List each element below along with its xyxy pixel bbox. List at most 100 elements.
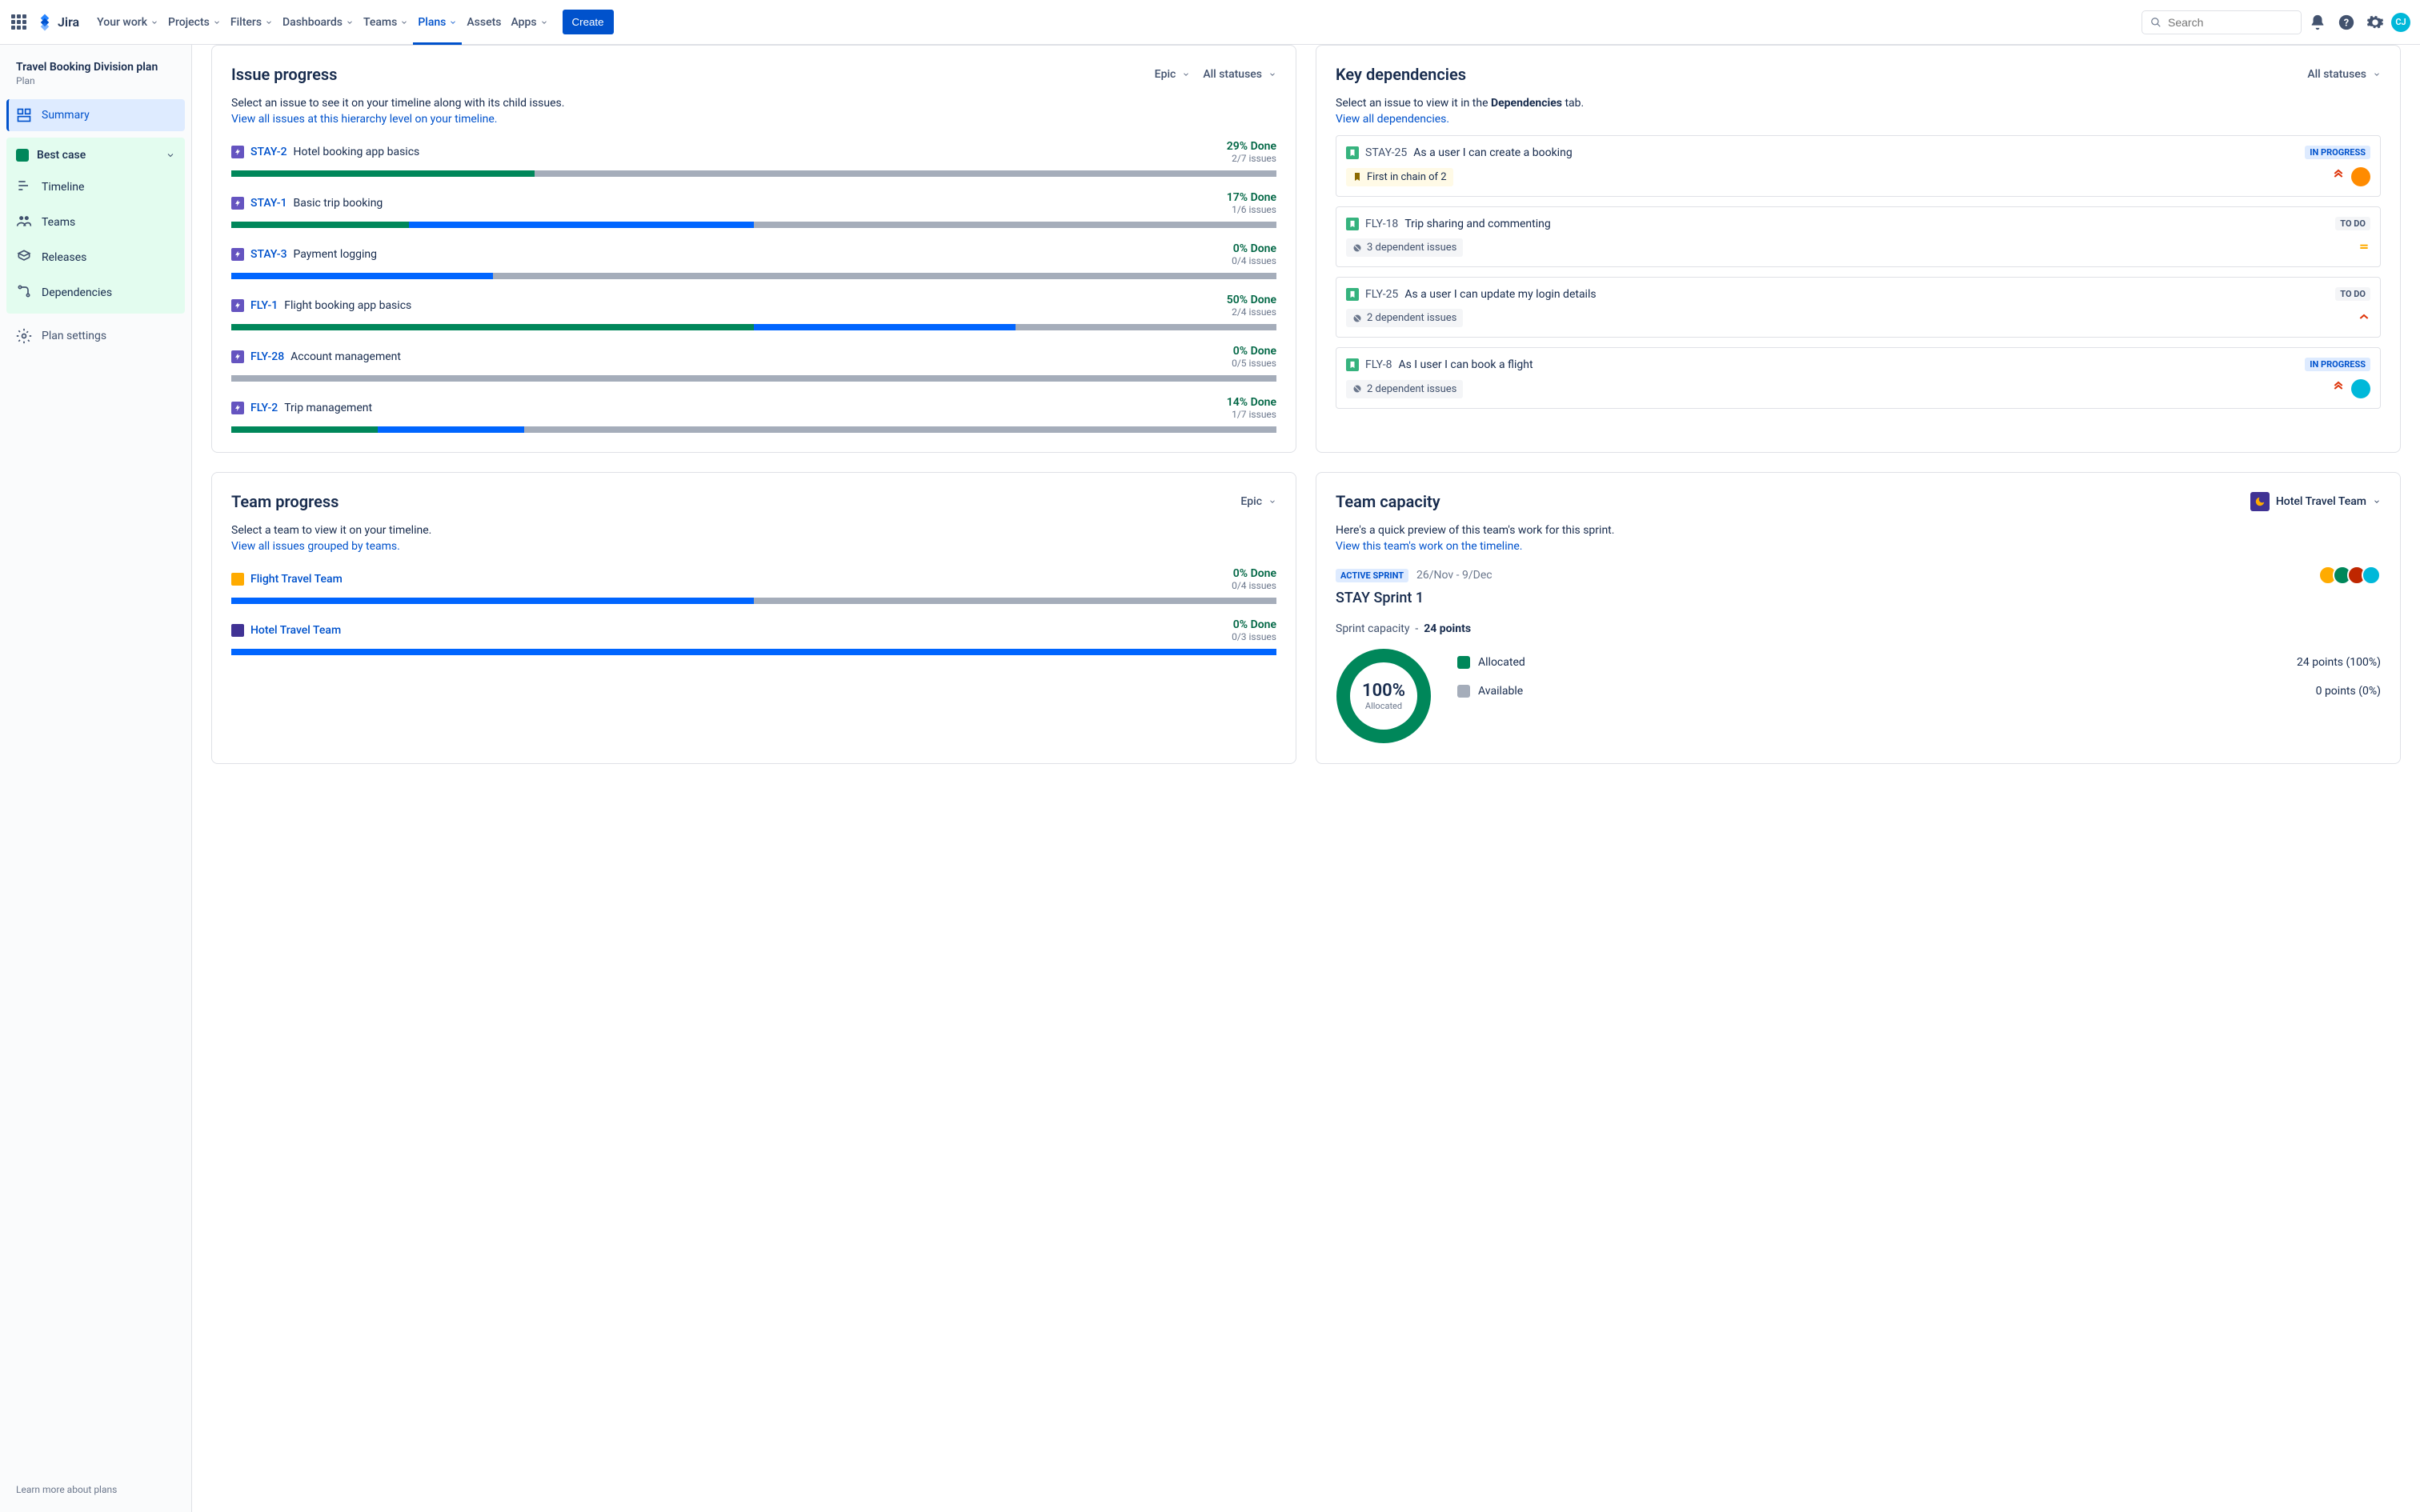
dependency-key: STAY-25	[1365, 146, 1407, 159]
profile-avatar[interactable]: CJ	[2391, 13, 2410, 32]
capacity-legend: Allocated24 points (100%)Available0 poin…	[1457, 648, 2381, 706]
issue-key[interactable]: FLY-1	[250, 299, 278, 312]
legend-row: Available0 points (0%)	[1457, 677, 2381, 706]
capacity-donut-chart: 100% Allocated	[1336, 648, 1432, 744]
issue-key[interactable]: STAY-2	[250, 146, 287, 158]
nav-item-apps[interactable]: Apps	[506, 0, 552, 45]
dependencies-title: Key dependencies	[1336, 65, 1466, 84]
jira-logo[interactable]: Jira	[35, 13, 79, 32]
issue-count: 0/4 issues	[1232, 580, 1276, 591]
issue-row[interactable]: FLY-28Account management0% Done0/5 issue…	[231, 345, 1276, 382]
help-icon: ?	[2338, 14, 2355, 31]
done-percent: 0% Done	[1232, 242, 1276, 255]
search-box[interactable]	[2142, 10, 2302, 34]
blocked-icon	[1352, 243, 1362, 253]
epic-icon	[231, 248, 244, 261]
dependency-card[interactable]: FLY-8As I user I can book a flightIN PRO…	[1336, 347, 2381, 409]
chevron-down-icon	[166, 150, 175, 160]
legend-swatch	[1457, 685, 1470, 698]
sidebar-item-releases[interactable]: Releases	[6, 240, 185, 275]
nav-item-dashboards[interactable]: Dashboards	[278, 0, 359, 45]
donut-label: Allocated	[1365, 701, 1402, 711]
progress-bar	[231, 375, 1276, 382]
story-icon	[1346, 146, 1359, 159]
dependencies-icon	[16, 283, 32, 302]
issue-key[interactable]: FLY-28	[250, 350, 284, 363]
team-row[interactable]: Hotel Travel Team0% Done0/3 issues	[231, 618, 1276, 655]
progress-bar	[231, 324, 1276, 330]
nav-item-your-work[interactable]: Your work	[92, 0, 163, 45]
team-name[interactable]: Flight Travel Team	[250, 573, 343, 586]
nav-item-plans[interactable]: Plans	[413, 0, 462, 45]
issue-count: 0/5 issues	[1232, 358, 1276, 369]
issue-key[interactable]: STAY-1	[250, 197, 287, 210]
chevron-down-icon	[346, 18, 354, 26]
status-select[interactable]: All statuses	[1203, 68, 1276, 81]
story-icon	[1346, 358, 1359, 371]
app-switcher-icon[interactable]	[10, 13, 29, 32]
status-lozenge: IN PROGRESS	[2305, 146, 2370, 159]
dependency-chain-badge: 3 dependent issues	[1346, 238, 1463, 257]
legend-value: 24 points (100%)	[2297, 656, 2381, 669]
issue-row[interactable]: STAY-1Basic trip booking17% Done1/6 issu…	[231, 191, 1276, 228]
help-button[interactable]: ?	[2334, 10, 2359, 35]
epic-icon	[231, 402, 244, 414]
scenario-name: Best case	[37, 149, 86, 162]
done-percent: 50% Done	[1227, 294, 1276, 306]
sidebar-item-timeline[interactable]: Timeline	[6, 170, 185, 205]
chevron-down-icon	[449, 18, 457, 26]
sprint-name: STAY Sprint 1	[1336, 590, 2381, 606]
sidebar-item-dependencies[interactable]: Dependencies	[6, 275, 185, 310]
issue-key[interactable]: STAY-3	[250, 248, 287, 261]
dependency-chain-badge: 2 dependent issues	[1346, 380, 1463, 398]
priority-medium-icon	[2358, 240, 2370, 253]
issue-count: 1/6 issues	[1227, 204, 1276, 215]
dependency-title: As a user I can create a booking	[1413, 146, 1572, 159]
dependency-card[interactable]: STAY-25 As a user I can create a booking I…	[1336, 135, 2381, 197]
nav-item-projects[interactable]: Projects	[163, 0, 226, 45]
dependency-card[interactable]: FLY-18Trip sharing and commentingTO DO3 …	[1336, 206, 2381, 267]
story-icon	[1346, 218, 1359, 230]
sidebar-item-plan-settings[interactable]: Plan settings	[6, 320, 185, 352]
issue-progress-link[interactable]: View all issues at this hierarchy level …	[231, 113, 1276, 126]
issue-key[interactable]: FLY-2	[250, 402, 278, 414]
chevron-down-icon	[150, 18, 158, 26]
hierarchy-select[interactable]: Epic	[1155, 68, 1191, 81]
team-row[interactable]: Flight Travel Team0% Done0/4 issues	[231, 567, 1276, 604]
dependencies-status-select[interactable]: All statuses	[2307, 68, 2381, 81]
team-hierarchy-select[interactable]: Epic	[1240, 495, 1276, 508]
dependency-card[interactable]: FLY-25As a user I can update my login de…	[1336, 277, 2381, 338]
sidebar-scenario-header[interactable]: Best case	[6, 141, 185, 170]
search-input[interactable]	[2168, 16, 2293, 29]
nav-item-teams[interactable]: Teams	[359, 0, 413, 45]
chevron-down-icon	[1268, 498, 1276, 506]
dependency-key: FLY-25	[1365, 288, 1398, 301]
notifications-button[interactable]	[2305, 10, 2330, 35]
team-avatar-icon	[231, 624, 244, 637]
teams-icon	[16, 213, 32, 232]
capacity-desc: Here's a quick preview of this team's wo…	[1336, 524, 2381, 537]
gear-icon	[2366, 14, 2384, 31]
team-progress-link[interactable]: View all issues grouped by teams.	[231, 540, 1276, 553]
dependencies-link[interactable]: View all dependencies.	[1336, 113, 2381, 126]
nav-item-assets[interactable]: Assets	[462, 0, 506, 45]
sidebar-item-summary[interactable]: Summary	[6, 99, 185, 131]
sidebar-footer: Learn more about plans	[6, 1474, 185, 1506]
capacity-link[interactable]: View this team's work on the timeline.	[1336, 540, 2381, 553]
legend-label: Available	[1478, 685, 1523, 698]
issue-row[interactable]: STAY-3Payment logging0% Done0/4 issues	[231, 242, 1276, 279]
sidebar-item-teams[interactable]: Teams	[6, 205, 185, 240]
key-dependencies-card: Key dependencies All statuses Select an …	[1316, 45, 2401, 453]
team-name[interactable]: Hotel Travel Team	[250, 624, 341, 637]
issue-row[interactable]: STAY-2Hotel booking app basics29% Done2/…	[231, 140, 1276, 177]
gear-icon	[16, 328, 32, 344]
chevron-down-icon	[1182, 70, 1190, 78]
learn-more-link[interactable]: Learn more about plans	[16, 1484, 117, 1495]
capacity-team-select[interactable]: Hotel Travel Team	[2250, 492, 2381, 511]
status-lozenge: IN PROGRESS	[2305, 358, 2370, 371]
create-button[interactable]: Create	[563, 10, 614, 34]
settings-button[interactable]	[2362, 10, 2388, 35]
issue-row[interactable]: FLY-1Flight booking app basics50% Done2/…	[231, 294, 1276, 330]
issue-row[interactable]: FLY-2Trip management14% Done1/7 issues	[231, 396, 1276, 433]
nav-item-filters[interactable]: Filters	[226, 0, 278, 45]
